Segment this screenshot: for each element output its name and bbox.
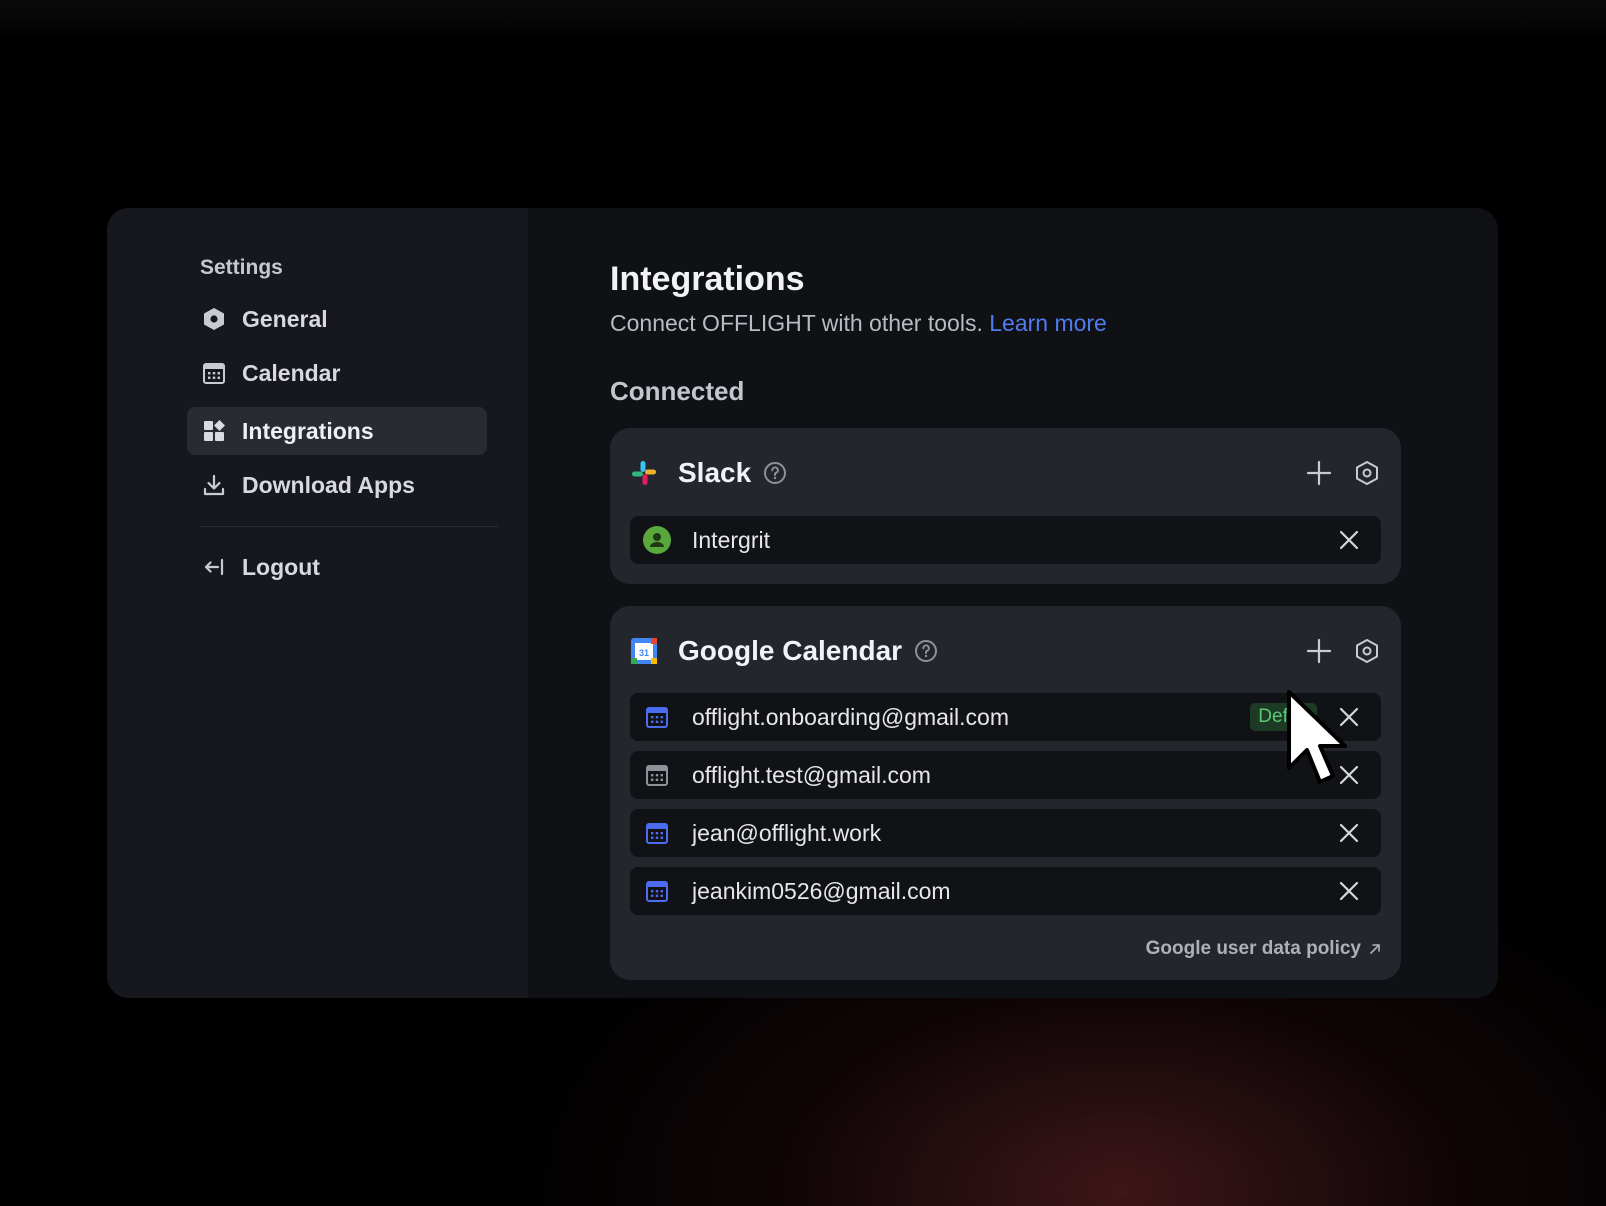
default-badge: Defau xyxy=(1250,703,1317,731)
calendar-icon xyxy=(643,819,671,847)
slack-account-row[interactable]: Intergrit xyxy=(630,516,1381,564)
calendar-account-row[interactable]: offlight.test@gmail.com xyxy=(630,751,1381,799)
sidebar-item-integrations[interactable]: Integrations xyxy=(187,407,487,455)
sidebar-item-label: Download Apps xyxy=(242,471,415,498)
sidebar-item-label: Calendar xyxy=(242,359,341,386)
google-calendar-logo-icon: 31 xyxy=(630,637,658,665)
remove-calendar-account-button[interactable] xyxy=(1337,705,1361,729)
sidebar-item-general[interactable]: General xyxy=(187,295,487,343)
download-icon xyxy=(201,472,227,498)
slack-settings-button[interactable] xyxy=(1353,459,1381,487)
calendar-icon xyxy=(643,761,671,789)
integrations-panel: Integrations Connect OFFLIGHT with other… xyxy=(528,208,1498,998)
page-subtitle: Connect OFFLIGHT with other tools. Learn… xyxy=(610,310,1107,337)
calendar-account-email: offlight.test@gmail.com xyxy=(692,761,931,788)
close-icon xyxy=(1339,707,1359,727)
help-icon[interactable] xyxy=(914,639,938,663)
svg-text:31: 31 xyxy=(639,648,649,658)
plus-icon xyxy=(1306,460,1332,486)
remove-calendar-account-button[interactable] xyxy=(1337,821,1361,845)
slack-account-name: Intergrit xyxy=(692,526,770,553)
sidebar-divider xyxy=(200,526,498,527)
google-calendar-card-header: 31 Google Calendar xyxy=(630,606,1381,696)
google-user-data-policy-link[interactable]: Google user data policy xyxy=(1146,938,1381,960)
close-icon xyxy=(1339,530,1359,550)
slack-card: Slack Intergrit xyxy=(610,428,1401,584)
settings-hexagon-icon xyxy=(1356,461,1378,485)
calendar-account-email: jeankim0526@gmail.com xyxy=(692,877,951,904)
add-slack-button[interactable] xyxy=(1305,459,1333,487)
close-icon xyxy=(1339,765,1359,785)
google-calendar-title: Google Calendar xyxy=(678,635,903,666)
learn-more-link[interactable]: Learn more xyxy=(989,310,1107,336)
calendar-icon xyxy=(643,877,671,905)
logout-label: Logout xyxy=(242,553,320,580)
settings-hexagon-icon xyxy=(1356,639,1378,663)
google-calendar-card-actions xyxy=(1305,637,1381,665)
add-google-calendar-button[interactable] xyxy=(1305,637,1333,665)
sidebar-item-calendar[interactable]: Calendar xyxy=(187,349,487,397)
logout-icon xyxy=(201,554,227,580)
google-calendar-card: 31 Google Calendar offlight.onboarding@g… xyxy=(610,606,1401,980)
user-avatar-icon xyxy=(643,526,671,554)
remove-calendar-account-button[interactable] xyxy=(1337,879,1361,903)
remove-slack-account-button[interactable] xyxy=(1337,528,1361,552)
remove-calendar-account-button[interactable] xyxy=(1337,763,1361,787)
close-icon xyxy=(1339,881,1359,901)
calendar-account-email: jean@offlight.work xyxy=(692,819,882,846)
calendar-icon xyxy=(643,703,671,731)
integrations-icon xyxy=(201,418,227,444)
calendar-account-row[interactable]: jean@offlight.work xyxy=(630,809,1381,857)
help-icon[interactable] xyxy=(763,461,787,485)
policy-link-label: Google user data policy xyxy=(1145,938,1361,959)
calendar-account-row[interactable]: jeankim0526@gmail.com xyxy=(630,867,1381,915)
sidebar-heading: Settings xyxy=(200,256,283,279)
sidebar-item-label: Integrations xyxy=(242,417,374,444)
page-subtitle-text: Connect OFFLIGHT with other tools. xyxy=(610,310,983,336)
sidebar-item-download-apps[interactable]: Download Apps xyxy=(187,461,487,509)
external-link-arrow-icon xyxy=(1370,944,1380,954)
calendar-account-row[interactable]: offlight.onboarding@gmail.com Defau xyxy=(630,693,1381,741)
settings-window: Settings General Calendar Integrations D… xyxy=(107,208,1498,998)
calendar-account-email: offlight.onboarding@gmail.com xyxy=(692,703,1009,730)
page-title: Integrations xyxy=(610,260,805,298)
slack-card-actions xyxy=(1305,459,1381,487)
google-calendar-settings-button[interactable] xyxy=(1353,637,1381,665)
calendar-icon xyxy=(201,360,227,386)
slack-title: Slack xyxy=(678,457,752,488)
logout-button[interactable]: Logout xyxy=(187,543,487,591)
settings-sidebar: Settings General Calendar Integrations D… xyxy=(107,208,528,998)
section-label-connected: Connected xyxy=(610,376,745,406)
plus-icon xyxy=(1306,638,1332,664)
sidebar-item-label: General xyxy=(242,305,328,332)
slack-card-header: Slack xyxy=(630,428,1381,518)
close-icon xyxy=(1339,823,1359,843)
hexagon-icon xyxy=(201,306,227,332)
slack-logo-icon xyxy=(630,459,658,487)
